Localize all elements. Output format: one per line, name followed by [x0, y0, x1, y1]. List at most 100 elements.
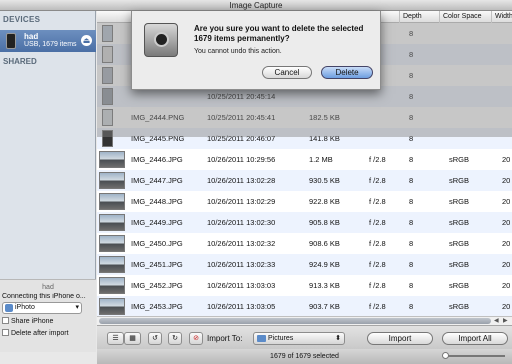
delete-confirmation-sheet: Are you sure you want to delete the sele…: [131, 11, 381, 90]
thumbnail-size-slider[interactable]: [442, 352, 505, 359]
cell-date: 10/26/2011 10:29:56: [207, 155, 276, 164]
connecting-label: Connecting this iPhone o...: [2, 293, 86, 300]
table-row[interactable]: IMG_2453.JPG 10/26/2011 13:03:05 903.7 KB f…: [97, 296, 512, 316]
table-row[interactable]: IMG_2446.JPG 10/26/2011 10:29:56 1.2 MB f /…: [97, 149, 512, 170]
camera-lens-icon: [154, 32, 169, 47]
cell-aperture: f /2.8: [369, 239, 386, 248]
cell-aperture: f /2.8: [369, 302, 386, 311]
shared-header: SHARED: [3, 57, 37, 66]
cell-depth: 8: [409, 218, 414, 227]
device-options-panel: had Connecting this iPhone o... iPhoto ▾…: [0, 279, 96, 352]
import-to-select[interactable]: Pictures ⬍: [253, 332, 345, 345]
thumbnail-image: [99, 277, 125, 294]
thumbnail-image: [99, 151, 125, 168]
rotate-left-button[interactable]: ↺: [148, 332, 162, 345]
cell-name: IMG_2453.JPG: [131, 302, 183, 311]
cell-space: sRGB: [449, 260, 470, 269]
cell-depth: 8: [409, 302, 414, 311]
cell-depth: 8: [409, 260, 414, 269]
delete-icon[interactable]: ⊘: [189, 332, 203, 345]
table-row[interactable]: IMG_2447.JPG 10/26/2011 13:02:28 930.5 KB f…: [97, 170, 512, 191]
cell-space: sRGB: [449, 302, 470, 311]
scroll-right-icon[interactable]: ▶: [503, 317, 508, 325]
delete-after-import-checkbox[interactable]: Delete after import: [2, 329, 69, 338]
connect-app-select[interactable]: iPhoto ▾: [2, 302, 82, 314]
cell-size: 922.8 KB: [309, 197, 340, 206]
scroll-left-icon[interactable]: ◀: [494, 317, 499, 325]
iphoto-icon: [5, 304, 13, 312]
column-header-color-space[interactable]: Color Space: [439, 11, 491, 23]
horizontal-scrollbar[interactable]: ◀ ▶: [97, 316, 512, 325]
image-capture-app-icon: [144, 23, 178, 57]
column-header-width[interactable]: Width: [491, 11, 512, 23]
import-button[interactable]: Import: [367, 332, 433, 345]
cell-space: sRGB: [449, 218, 470, 227]
cell-name: IMG_2448.JPG: [131, 197, 183, 206]
cell-size: 924.9 KB: [309, 260, 340, 269]
cell-date: 10/26/2011 13:03:05: [207, 302, 276, 311]
cell-size: 1.2 MB: [309, 155, 333, 164]
share-iphone-label: Share iPhone: [11, 318, 54, 325]
cell-aperture: f /2.8: [369, 281, 386, 290]
cell-aperture: f /2.8: [369, 218, 386, 227]
cell-depth: 8: [409, 197, 414, 206]
cell-date: 10/26/2011 13:02:28: [207, 176, 276, 185]
cell-width: 20: [502, 239, 511, 248]
cell-name: IMG_2451.JPG: [131, 260, 183, 269]
cell-depth: 8: [409, 155, 414, 164]
folder-icon: [257, 335, 266, 342]
cell-width: 20: [502, 197, 511, 206]
cell-date: 10/26/2011 13:03:03: [207, 281, 276, 290]
cell-width: 20: [502, 218, 511, 227]
import-to-value: Pictures: [268, 335, 294, 342]
thumbnail-image: [99, 193, 125, 210]
delete-button[interactable]: Delete: [321, 66, 373, 79]
cell-width: 20: [502, 281, 511, 290]
cell-name: IMG_2449.JPG: [131, 218, 183, 227]
status-bar: 1679 of 1679 selected: [97, 349, 512, 364]
cell-date: 10/26/2011 13:02:33: [207, 260, 276, 269]
cell-width: 20: [502, 176, 511, 185]
list-view-button[interactable]: ☰: [107, 332, 124, 345]
column-header-depth[interactable]: Depth: [399, 11, 439, 23]
rotate-right-button[interactable]: ↻: [168, 332, 182, 345]
eject-icon[interactable]: ⏏: [81, 35, 92, 46]
scrollbar-knob[interactable]: [99, 318, 491, 324]
chevron-down-icon: ▾: [75, 304, 79, 311]
sidebar: DEVICES had USB, 1679 items ⏏ SHARED had…: [0, 11, 96, 352]
dialog-info: You cannot undo this action.: [194, 48, 282, 55]
thumbnail-image: [99, 172, 125, 189]
cell-aperture: f /2.8: [369, 176, 386, 185]
cell-width: 20: [502, 155, 511, 164]
cell-aperture: f /2.8: [369, 155, 386, 164]
device-name: had: [24, 32, 39, 41]
table-row[interactable]: IMG_2452.JPG 10/26/2011 13:03:03 913.3 KB f…: [97, 275, 512, 296]
slider-knob[interactable]: [442, 352, 449, 359]
cell-depth: 8: [409, 281, 414, 290]
cancel-button[interactable]: Cancel: [262, 66, 312, 79]
table-row[interactable]: IMG_2449.JPG 10/26/2011 13:02:30 905.8 KB f…: [97, 212, 512, 233]
cell-size: 905.8 KB: [309, 218, 340, 227]
cell-size: 930.5 KB: [309, 176, 340, 185]
thumbnail-image: [99, 298, 125, 315]
cell-size: 913.3 KB: [309, 281, 340, 290]
checkbox-box[interactable]: [2, 329, 9, 336]
share-iphone-checkbox[interactable]: Share iPhone: [2, 317, 53, 326]
table-row[interactable]: IMG_2450.JPG 10/26/2011 13:02:32 908.6 KB f…: [97, 233, 512, 254]
cell-name: IMG_2447.JPG: [131, 176, 183, 185]
sidebar-device-had[interactable]: had USB, 1679 items ⏏: [0, 30, 96, 52]
cell-name: IMG_2450.JPG: [131, 239, 183, 248]
table-row[interactable]: IMG_2448.JPG 10/26/2011 13:02:29 922.8 KB f…: [97, 191, 512, 212]
connect-app-value: iPhoto: [15, 304, 35, 311]
checkbox-box[interactable]: [2, 317, 9, 324]
icon-view-button[interactable]: ▦: [124, 332, 141, 345]
cell-space: sRGB: [449, 281, 470, 290]
cell-space: sRGB: [449, 239, 470, 248]
image-capture-window: Image Capture DEVICES had USB, 1679 item…: [0, 0, 512, 364]
import-to-label: Import To:: [207, 334, 243, 343]
import-all-button[interactable]: Import All: [442, 332, 508, 345]
thumbnail-image: [99, 214, 125, 231]
table-row[interactable]: IMG_2451.JPG 10/26/2011 13:02:33 924.9 KB f…: [97, 254, 512, 275]
cell-space: sRGB: [449, 155, 470, 164]
cell-depth: 8: [409, 239, 414, 248]
